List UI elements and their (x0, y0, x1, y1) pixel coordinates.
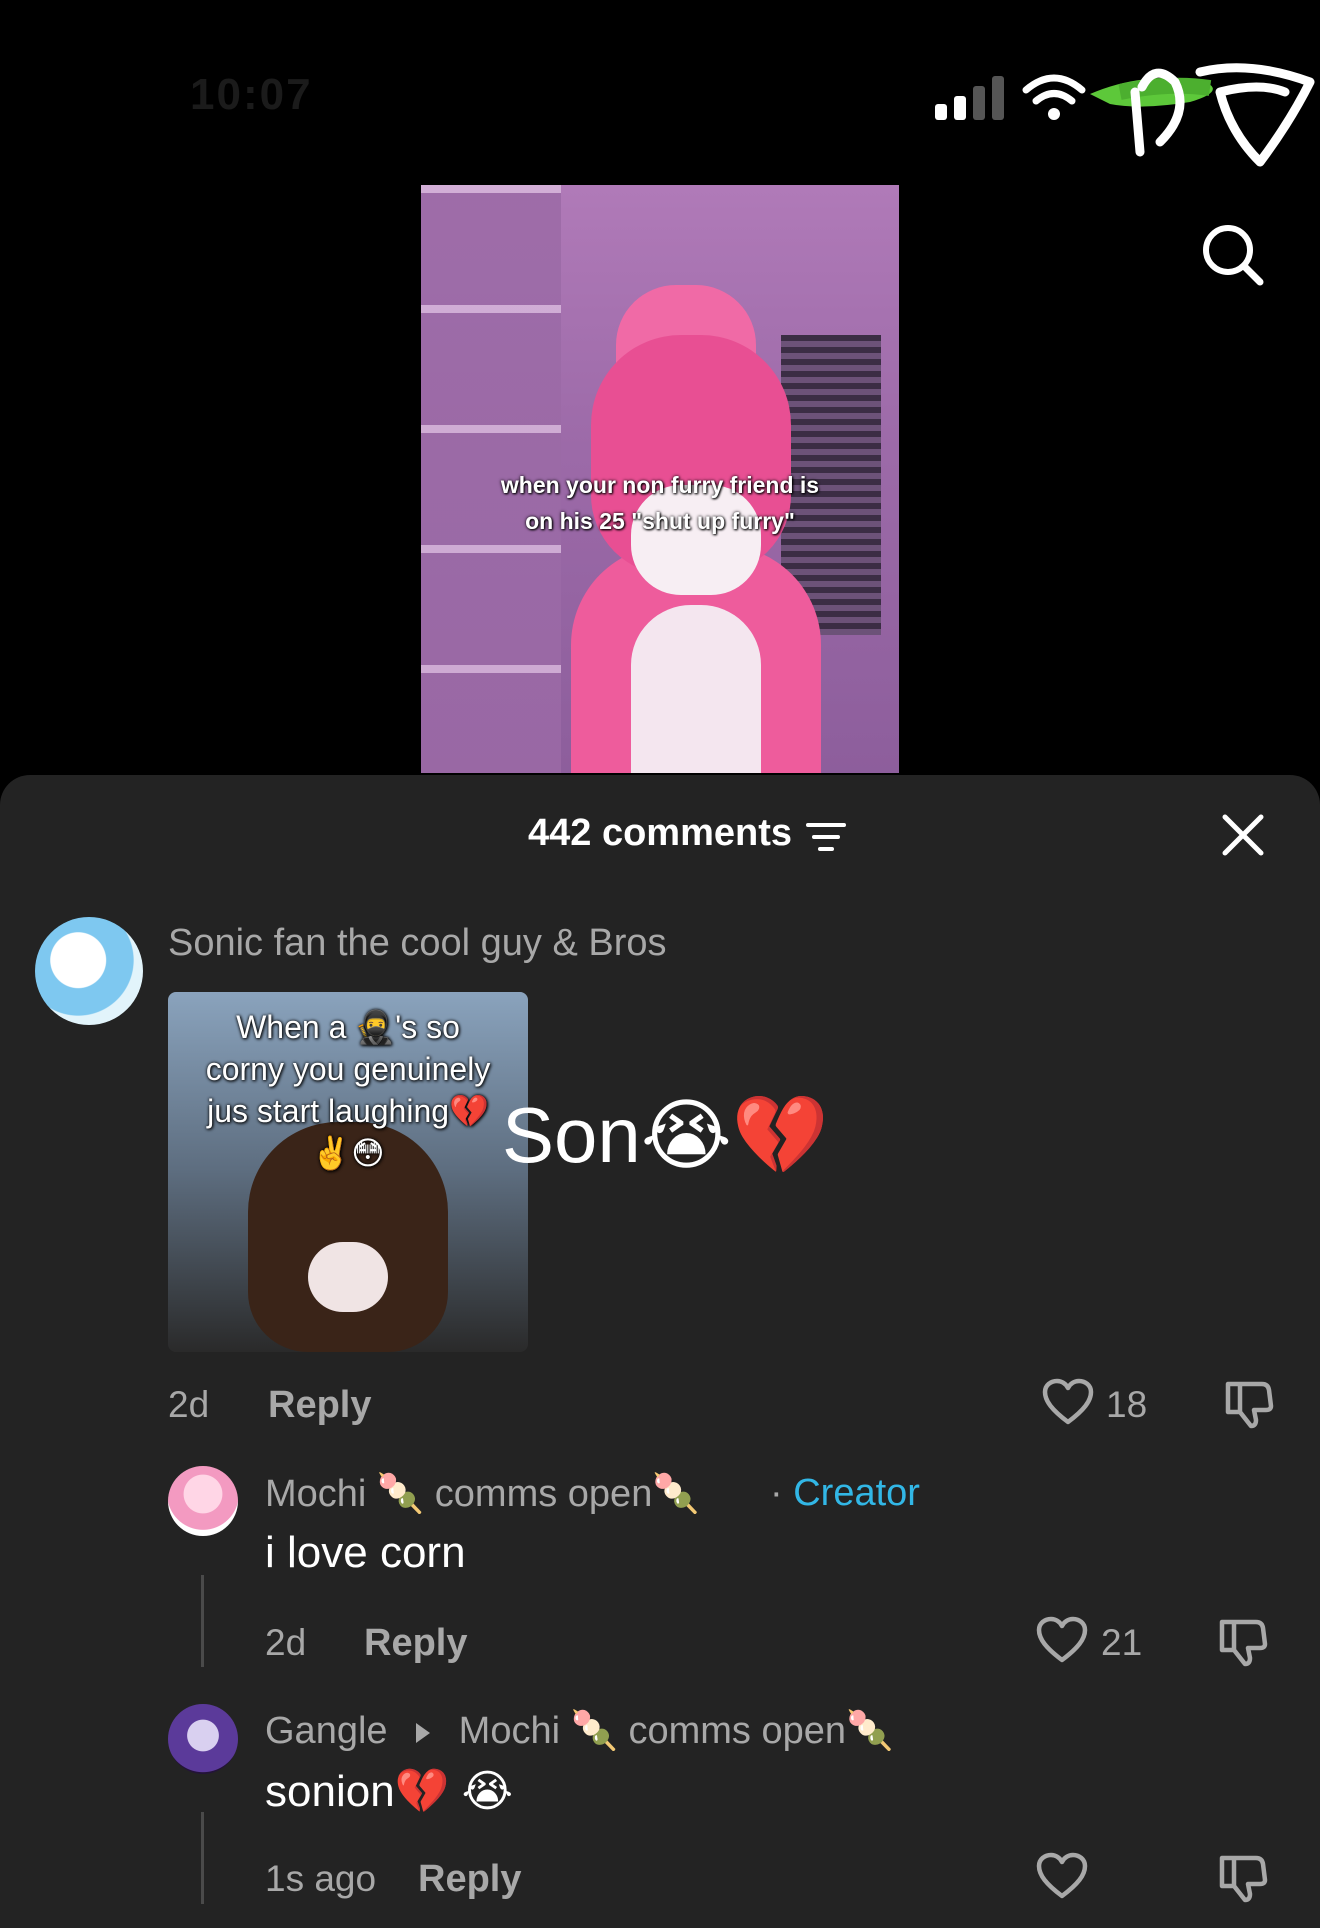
battery-icon (1090, 63, 1315, 167)
comment-time: 1s ago (265, 1858, 377, 1899)
meme-caption-line: jus start laughing💔 (207, 1093, 489, 1129)
signal-icon (935, 76, 1004, 120)
thread-line (201, 1812, 204, 1904)
video-caption: when your non furry friend is on his 25 … (421, 467, 899, 539)
creator-label: Creator (793, 1472, 920, 1514)
comments-count-title: 442 comments (527, 812, 792, 854)
thread-line (201, 1575, 204, 1667)
search-icon[interactable] (1196, 218, 1268, 290)
status-time: 10:07 (190, 70, 313, 119)
comment-time: 2d (265, 1622, 307, 1663)
creator-badge: · Creator (770, 1472, 920, 1515)
avatar[interactable] (35, 917, 143, 1025)
comment-username[interactable]: Gangle (265, 1710, 388, 1752)
dislike-icon[interactable] (1222, 1378, 1274, 1430)
separator-dot: · (770, 1472, 783, 1514)
reply-to-username[interactable]: Mochi 🍡 comms open🍡 (459, 1710, 894, 1752)
reply-arrow-icon (416, 1723, 431, 1743)
reply-button[interactable]: Reply (268, 1384, 371, 1427)
heart-icon[interactable] (1036, 1616, 1088, 1664)
dislike-icon[interactable] (1216, 1852, 1268, 1904)
comment-meme-image[interactable]: When a 🥷's so corny you genuinely jus st… (168, 992, 528, 1352)
avatar[interactable] (168, 1704, 238, 1774)
comment-username[interactable]: Sonic fan the cool guy & Bros (168, 922, 667, 965)
close-icon[interactable] (1220, 812, 1266, 858)
reply-button[interactable]: Reply (364, 1622, 467, 1665)
comment-username[interactable]: Mochi 🍡 comms open🍡 (265, 1472, 700, 1516)
meme-caption-line: corny you genuinely (205, 1051, 491, 1087)
like-count: 18 (1106, 1384, 1148, 1425)
video-player[interactable]: when your non furry friend is on his 25 … (421, 185, 899, 773)
reply-button[interactable]: Reply (418, 1858, 521, 1901)
meme-caption: When a 🥷's so corny you genuinely jus st… (168, 1006, 528, 1174)
comment-text: i love corn (265, 1528, 466, 1577)
fursuit-belly (631, 605, 761, 773)
heart-icon[interactable] (1042, 1378, 1094, 1426)
comment-time: 2d (168, 1384, 210, 1425)
meme-mouth (308, 1242, 388, 1312)
caption-line: on his 25 "shut up furry" (525, 508, 795, 534)
comment-username-row: Gangle Mochi 🍡 comms open🍡 (265, 1709, 893, 1753)
meme-emojis: ✌️😳 (311, 1135, 385, 1171)
dislike-icon[interactable] (1216, 1616, 1268, 1668)
comment-text: sonion💔 😭 (265, 1767, 514, 1816)
heart-icon[interactable] (1036, 1852, 1088, 1900)
filter-icon[interactable] (806, 820, 846, 854)
avatar[interactable] (168, 1466, 238, 1536)
meme-caption-line: When a 🥷's so (236, 1009, 460, 1045)
like-count: 21 (1101, 1622, 1143, 1663)
wifi-icon (1022, 74, 1086, 120)
caption-line: when your non furry friend is (500, 472, 820, 498)
comment-text: Son😭💔 (502, 1091, 830, 1179)
